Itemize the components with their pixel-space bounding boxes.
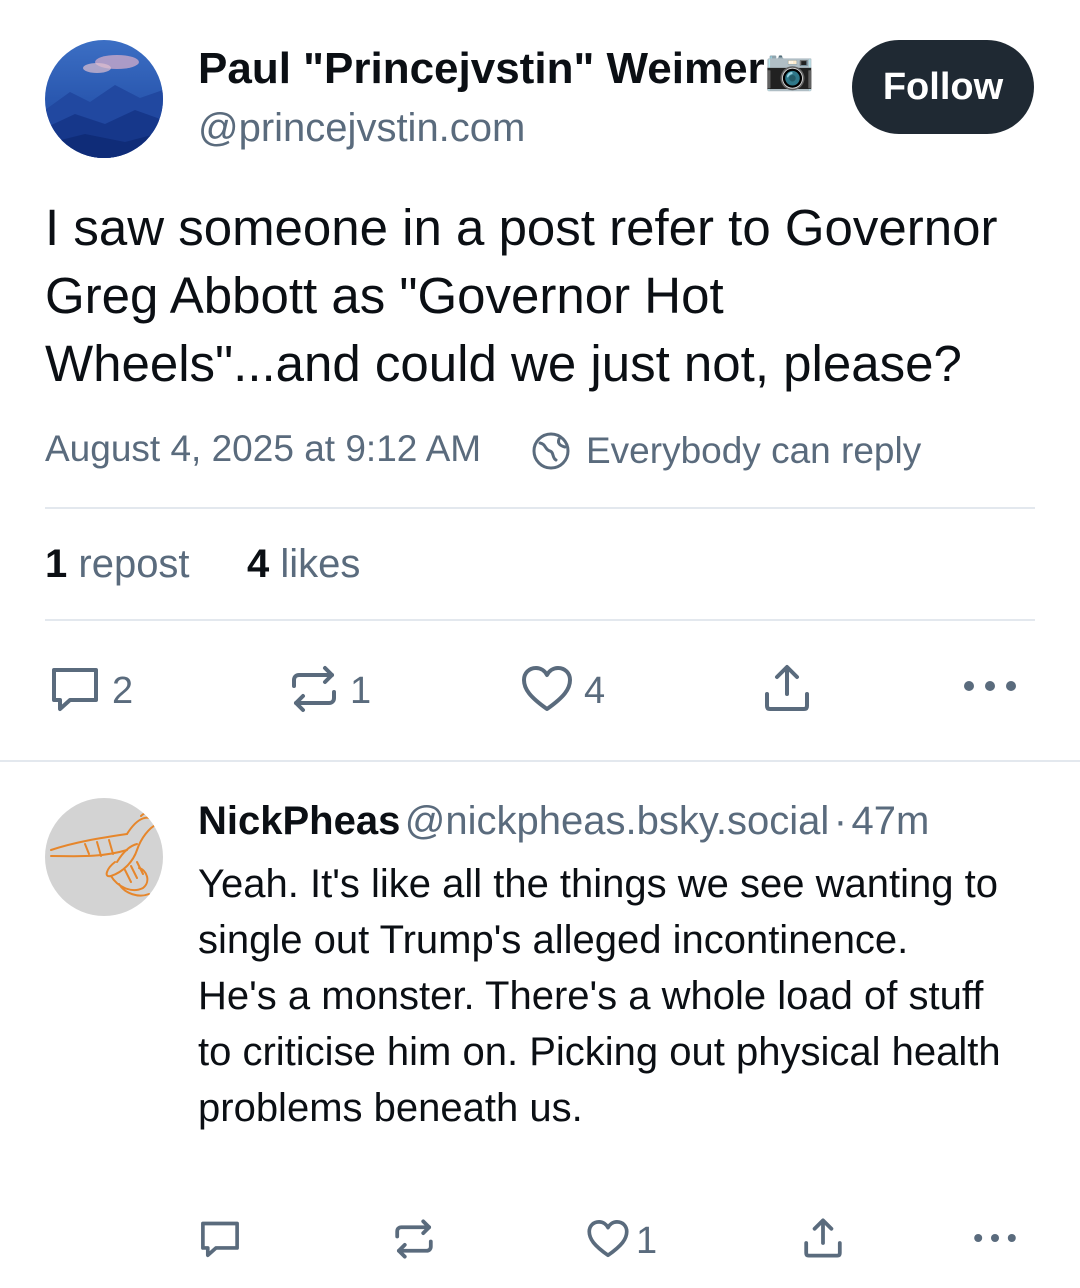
reply-author-avatar[interactable]: [45, 798, 163, 916]
reply-setting-label: Everybody can reply: [586, 430, 922, 471]
divider: [45, 507, 1035, 509]
post-text: I saw someone in a post refer to Governo…: [45, 199, 998, 392]
divider: [45, 619, 1035, 621]
speech-bubble-icon: [48, 664, 102, 719]
follow-button[interactable]: Follow: [852, 40, 1034, 134]
reply-like-count: 1: [636, 1220, 658, 1262]
ellipsis-icon: [962, 676, 1018, 701]
share-upload-icon: [762, 662, 812, 719]
reply-setting[interactable]: Everybody can reply: [530, 430, 921, 472]
reply-reply-button[interactable]: [198, 1218, 242, 1265]
repost-stat[interactable]: 1 repost: [45, 542, 190, 587]
repost-count: 1: [350, 670, 372, 712]
reply-header: NickPheas @nickpheas.bsky.social · 47m: [198, 799, 929, 844]
reply-share-button[interactable]: [802, 1216, 844, 1265]
reply-more-options-button[interactable]: [972, 1230, 1018, 1251]
reply-text: Yeah. It's like all the things we see wa…: [198, 862, 1001, 1130]
globe-icon: [530, 430, 572, 472]
like-button[interactable]: 4: [520, 664, 605, 719]
reply-button[interactable]: 2: [48, 664, 133, 719]
heart-icon: [586, 1218, 630, 1265]
speech-bubble-icon: [198, 1218, 242, 1265]
author-name-row[interactable]: Paul "Princejvstin" Weimer📷: [198, 44, 814, 94]
reply-repost-button[interactable]: [392, 1218, 436, 1265]
author-avatar[interactable]: [45, 40, 163, 158]
reply-like-button[interactable]: 1: [586, 1218, 657, 1265]
likes-stat[interactable]: 4 likes: [247, 542, 360, 587]
share-upload-icon: [802, 1216, 844, 1265]
repost-stat-count: 1: [45, 542, 68, 586]
share-button[interactable]: [762, 662, 812, 719]
likes-stat-count: 4: [247, 542, 270, 586]
like-count: 4: [584, 670, 606, 712]
reply-author-name[interactable]: NickPheas: [198, 799, 400, 843]
repost-arrows-icon: [288, 664, 340, 719]
repost-stat-label: repost: [78, 542, 190, 586]
ellipsis-icon: [972, 1230, 1018, 1251]
reply-time[interactable]: 47m: [852, 799, 930, 843]
author-handle[interactable]: @princejvstin.com: [198, 106, 525, 151]
camera-emoji-icon: 📷: [764, 48, 815, 92]
reply-count: 2: [112, 670, 134, 712]
likes-stat-label: likes: [280, 542, 361, 586]
heart-icon: [520, 664, 574, 719]
divider: [0, 760, 1080, 762]
follow-label: Follow: [882, 65, 1004, 108]
reply-author-handle[interactable]: @nickpheas.bsky.social: [405, 799, 830, 843]
more-options-button[interactable]: [962, 676, 1018, 701]
repost-button[interactable]: 1: [288, 664, 371, 719]
repost-arrows-icon: [392, 1218, 436, 1265]
reply-separator: ·: [833, 799, 848, 843]
author-name[interactable]: Paul "Princejvstin" Weimer: [198, 44, 765, 93]
post-timestamp[interactable]: August 4, 2025 at 9:12 AM: [45, 428, 481, 470]
